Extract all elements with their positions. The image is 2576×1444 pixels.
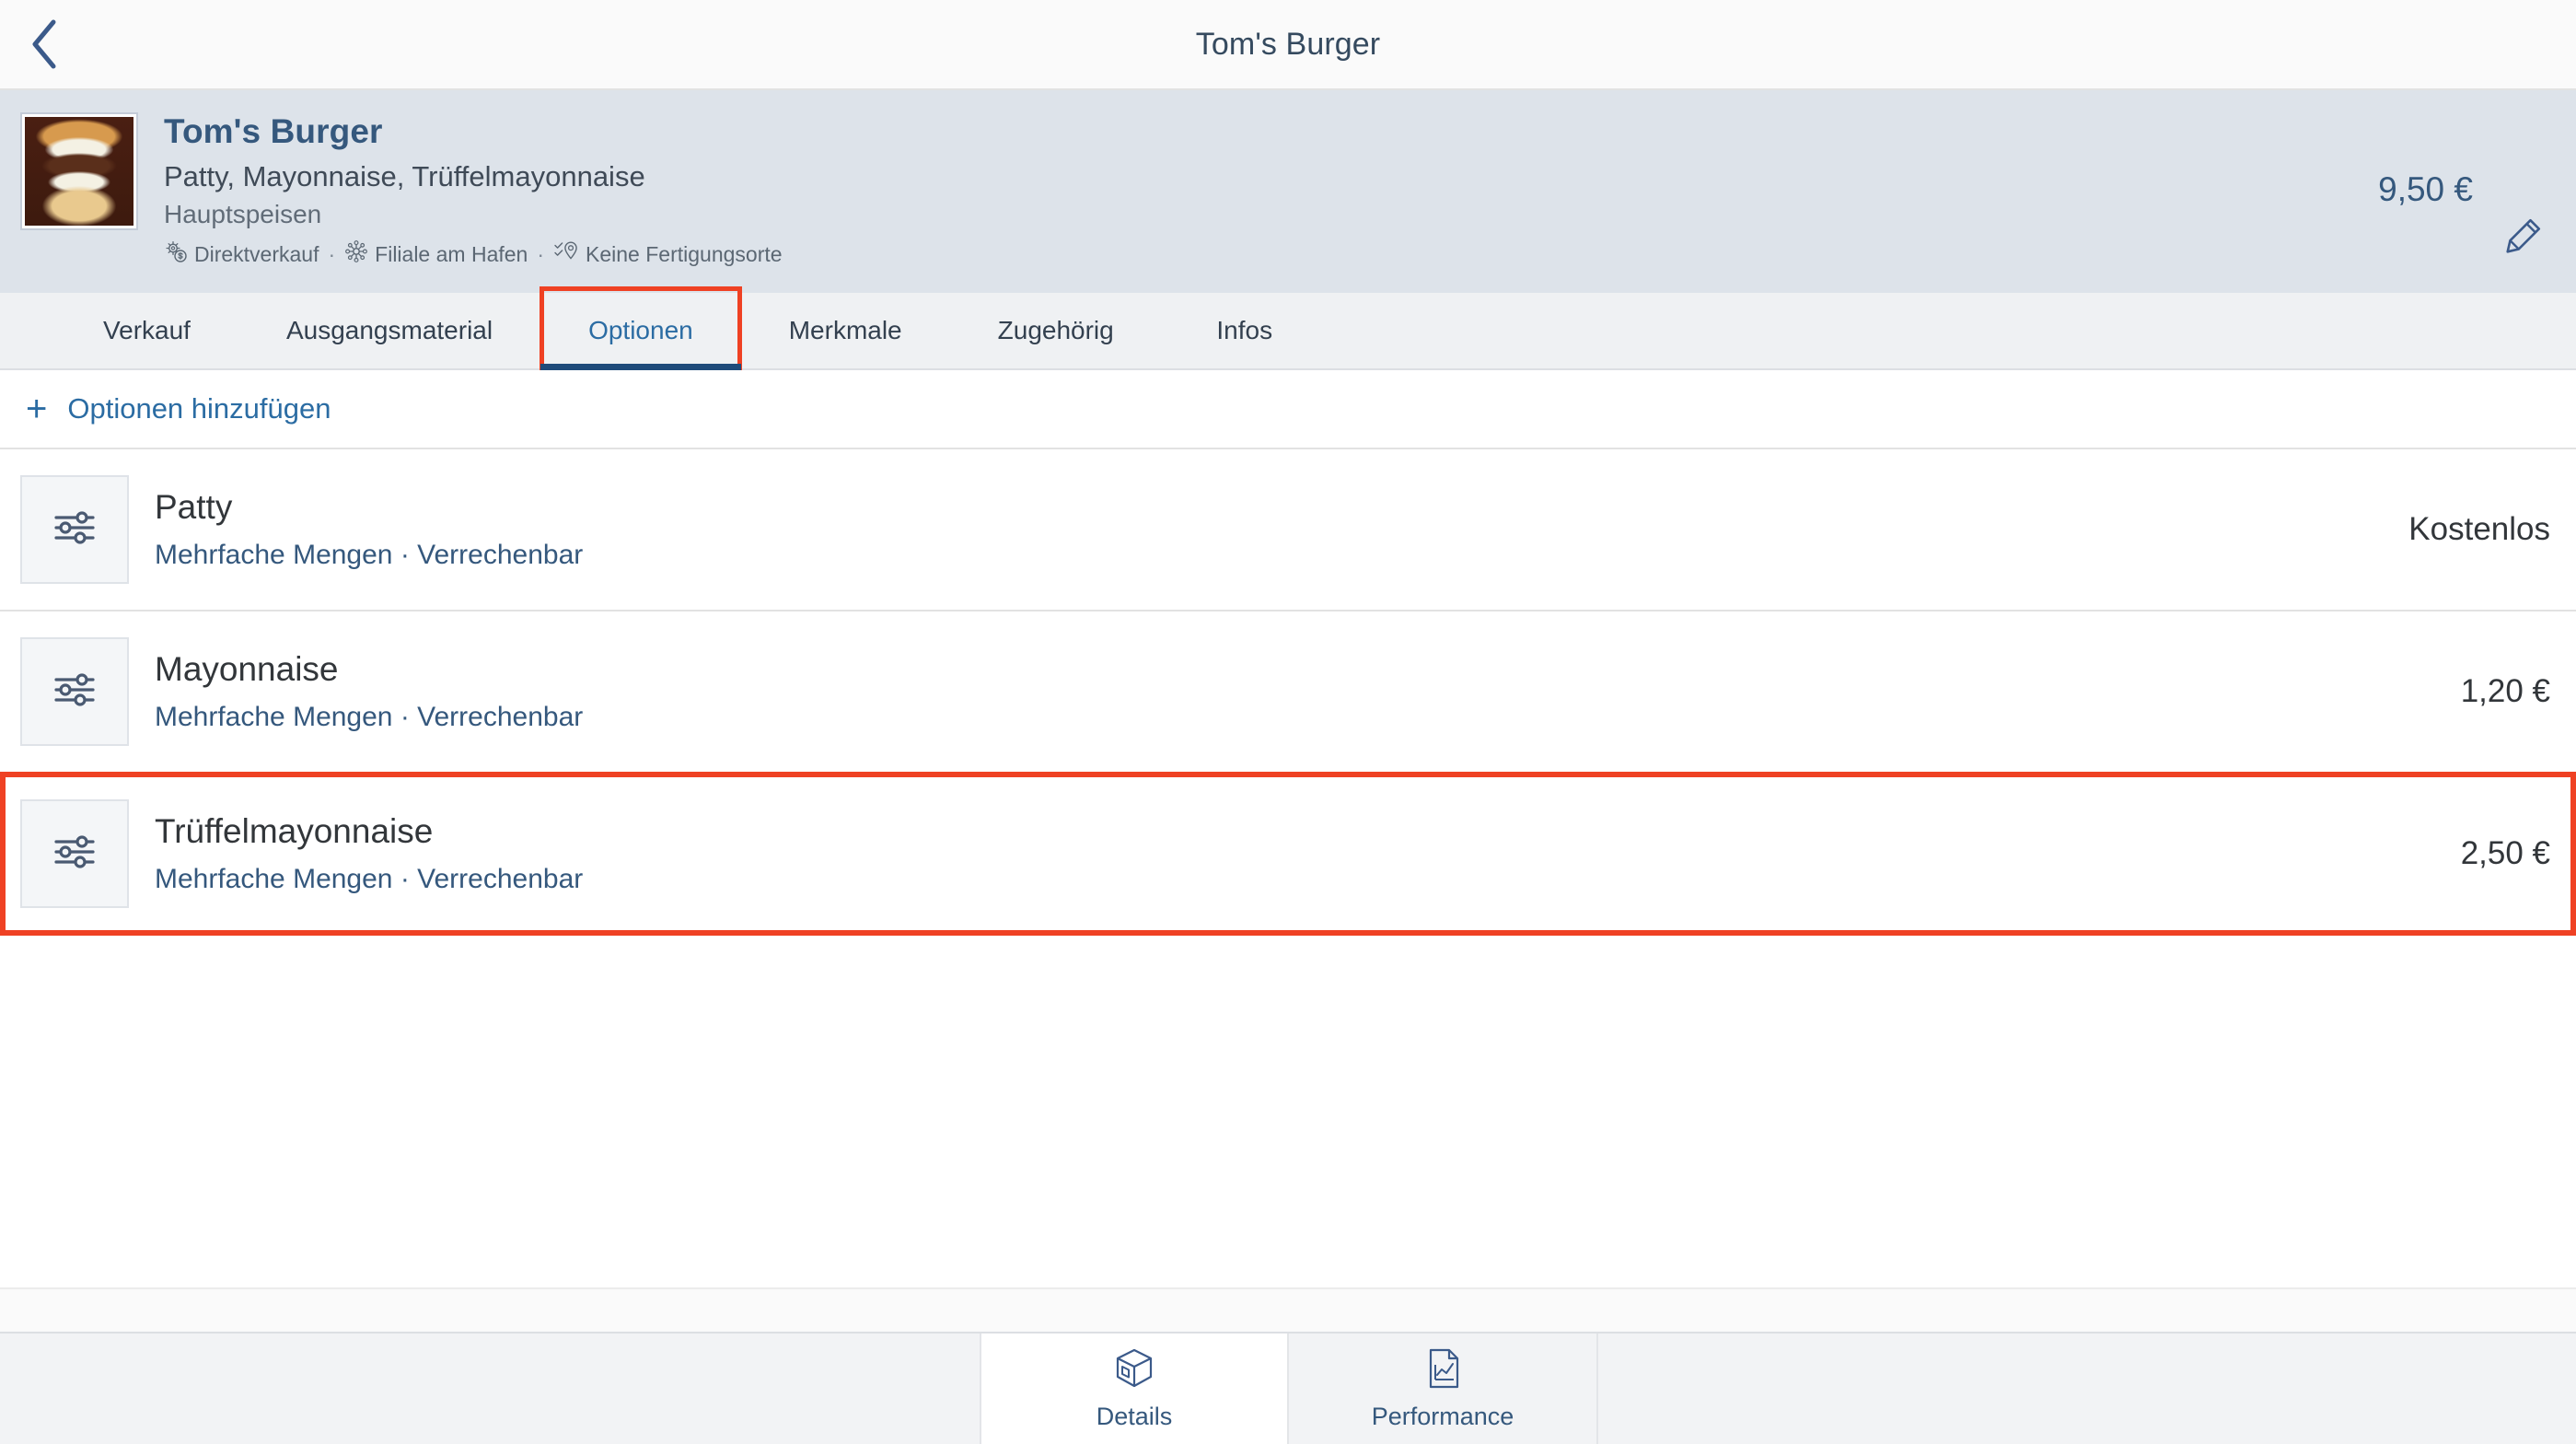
bottom-nav-item-performance[interactable]: Performance [1289,1333,1598,1444]
box-cube-icon [1112,1346,1156,1395]
tab-verkauf[interactable]: Verkauf [55,293,238,368]
meta-separator-2: · [537,241,545,266]
location-pin-check-icon [553,239,579,269]
add-options-button[interactable]: + Optionen hinzufügen [0,370,2576,448]
top-bar: Tom's Burger [0,0,2576,90]
meta-label-direktverkauf: Direktverkauf [194,241,319,266]
table-row[interactable]: Mayonnaise Mehrfache Mengen · Verrechenb… [0,610,2576,772]
tab-optionen[interactable]: Optionen [540,286,742,370]
meta-item-filiale: Filiale am Hafen [344,239,528,269]
plus-icon: + [26,389,48,429]
bottom-strip [0,1287,2576,1332]
options-list: Patty Mehrfache Mengen · Verrechenbar Ko… [0,448,2576,1287]
tab-label: Verkauf [103,316,191,344]
table-row[interactable]: Trüffelmayonnaise Mehrfache Mengen · Ver… [0,772,2576,936]
sliders-icon [46,661,103,723]
object-header-text: Tom's Burger Patty, Mayonnaise, Trüffelm… [164,111,783,269]
tab-merkmale[interactable]: Merkmale [741,293,950,368]
option-price: 2,50 € [2460,835,2550,871]
burger-photo [25,117,133,226]
option-price: Kostenlos [2408,511,2550,547]
product-category: Hauptspeisen [164,200,322,229]
meta-item-direktverkauf: Direktverkauf [164,239,319,269]
option-subtitle: Mehrfache Mengen · Verrechenbar [155,701,584,732]
pencil-icon [2500,212,2547,264]
meta-label-fertigungsorte: Keine Fertigungsorte [586,241,783,266]
product-price: 9,50 € [2378,170,2473,208]
option-text: Trüffelmayonnaise Mehrfache Mengen · Ver… [155,811,2439,895]
chart-document-icon [1421,1346,1465,1395]
tab-infos[interactable]: Infos [1162,293,1328,368]
tab-zugehoerig[interactable]: Zugehörig [950,293,1162,368]
meta-separator-1: · [328,241,336,266]
tab-label: Zugehörig [997,316,1114,344]
option-price: 1,20 € [2460,673,2550,709]
object-header: Tom's Burger Patty, Mayonnaise, Trüffelm… [0,90,2576,293]
meta-item-fertigungsorte: Keine Fertigungsorte [553,239,783,269]
add-options-label: Optionen hinzufügen [67,392,331,425]
page-title: Tom's Burger [1195,26,1381,62]
option-icon-tile [20,637,129,746]
bottom-nav-label: Details [1096,1403,1173,1430]
tab-bar: Verkauf Ausgangsmaterial Optionen Merkma… [0,286,2576,370]
bottom-nav: Details Performance [0,1332,2576,1444]
tab-label: Merkmale [788,316,902,344]
option-subtitle: Mehrfache Mengen · Verrechenbar [155,863,584,894]
option-icon-tile [20,799,129,908]
meta-label-filiale: Filiale am Hafen [375,241,528,266]
product-title: Tom's Burger [164,112,383,150]
edit-button[interactable] [2491,205,2556,270]
tab-label: Optionen [588,316,693,344]
product-detail-screen: Tom's Burger Tom's Burger Patty, Mayonna… [0,0,2576,1444]
tab-label: Infos [1216,316,1273,344]
product-thumbnail [20,112,138,230]
option-title: Patty [155,488,233,527]
table-row[interactable]: Patty Mehrfache Mengen · Verrechenbar Ko… [0,448,2576,610]
product-meta-line: Direktverkauf · Filiale am Hafen · Keine… [164,239,783,269]
bottom-nav-item-details[interactable]: Details [980,1333,1289,1444]
sliders-icon [46,499,103,561]
option-text: Mayonnaise Mehrfache Mengen · Verrechenb… [155,649,2439,733]
bottom-nav-label: Performance [1371,1403,1514,1430]
option-subtitle: Mehrfache Mengen · Verrechenbar [155,539,584,570]
product-subtitle: Patty, Mayonnaise, Trüffelmayonnaise [164,159,645,192]
option-text: Patty Mehrfache Mengen · Verrechenbar [155,487,2386,571]
network-nodes-icon [344,239,368,269]
gear-currency-icon [164,239,188,269]
option-title: Trüffelmayonnaise [155,812,434,851]
option-icon-tile [20,475,129,584]
option-title: Mayonnaise [155,650,339,689]
tab-ausgangsmaterial[interactable]: Ausgangsmaterial [238,293,540,368]
tab-label: Ausgangsmaterial [285,316,493,344]
sliders-icon [46,823,103,885]
